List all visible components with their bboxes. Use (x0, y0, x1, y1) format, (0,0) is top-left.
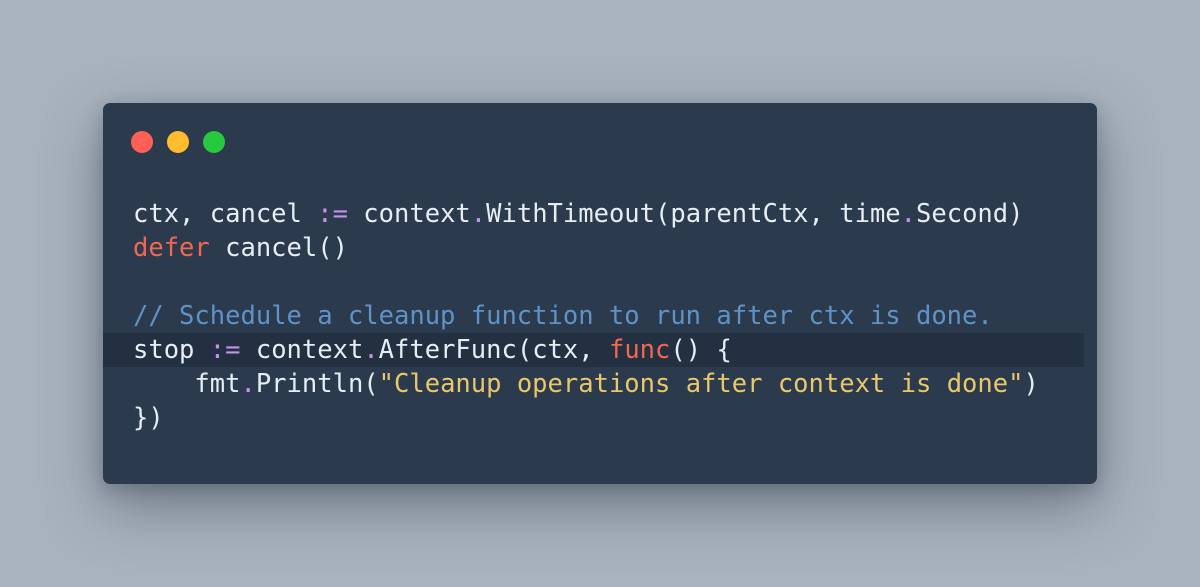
code-token: // Schedule a cleanup function to run af… (133, 301, 993, 331)
code-token: ) (1023, 369, 1039, 399)
code-window: ctx, cancel := context.WithTimeout(paren… (103, 103, 1097, 484)
code-token: () { (670, 335, 732, 365)
window-controls (131, 131, 225, 153)
code-token: . (470, 199, 487, 229)
minimize-dot-icon[interactable] (167, 131, 189, 153)
code-token: . (900, 199, 917, 229)
code-token: . (363, 335, 379, 365)
code-token: AfterFunc(ctx, (378, 335, 609, 365)
code-line: ctx, cancel := context.WithTimeout(paren… (103, 197, 1084, 231)
code-token: fmt (133, 369, 241, 399)
code-token: := (209, 335, 241, 365)
close-dot-icon[interactable] (131, 131, 153, 153)
maximize-dot-icon[interactable] (203, 131, 225, 153)
code-block: ctx, cancel := context.WithTimeout(paren… (103, 197, 1097, 435)
code-line: }) (103, 401, 1084, 435)
code-token: ctx, cancel (133, 199, 318, 229)
code-line: defer cancel() (103, 231, 1084, 265)
code-token: context (347, 199, 471, 229)
code-token: defer (133, 233, 210, 263)
code-token: context (240, 335, 364, 365)
code-token: := (317, 199, 348, 229)
code-line-active: stop := context.AfterFunc(ctx, func() { (103, 333, 1084, 367)
code-token: }) (133, 403, 164, 433)
code-line: // Schedule a cleanup function to run af… (103, 299, 1084, 333)
code-token: WithTimeout(parentCtx, time (486, 199, 901, 229)
code-token: func (608, 335, 671, 365)
code-token: Second) (916, 199, 1024, 229)
code-token: "Cleanup operations after context is don… (378, 369, 1024, 399)
code-token: cancel() (209, 233, 348, 263)
code-token: Println( (255, 369, 379, 399)
code-token: stop (133, 335, 210, 365)
code-token: . (240, 369, 256, 399)
code-line: fmt.Println("Cleanup operations after co… (103, 367, 1084, 401)
